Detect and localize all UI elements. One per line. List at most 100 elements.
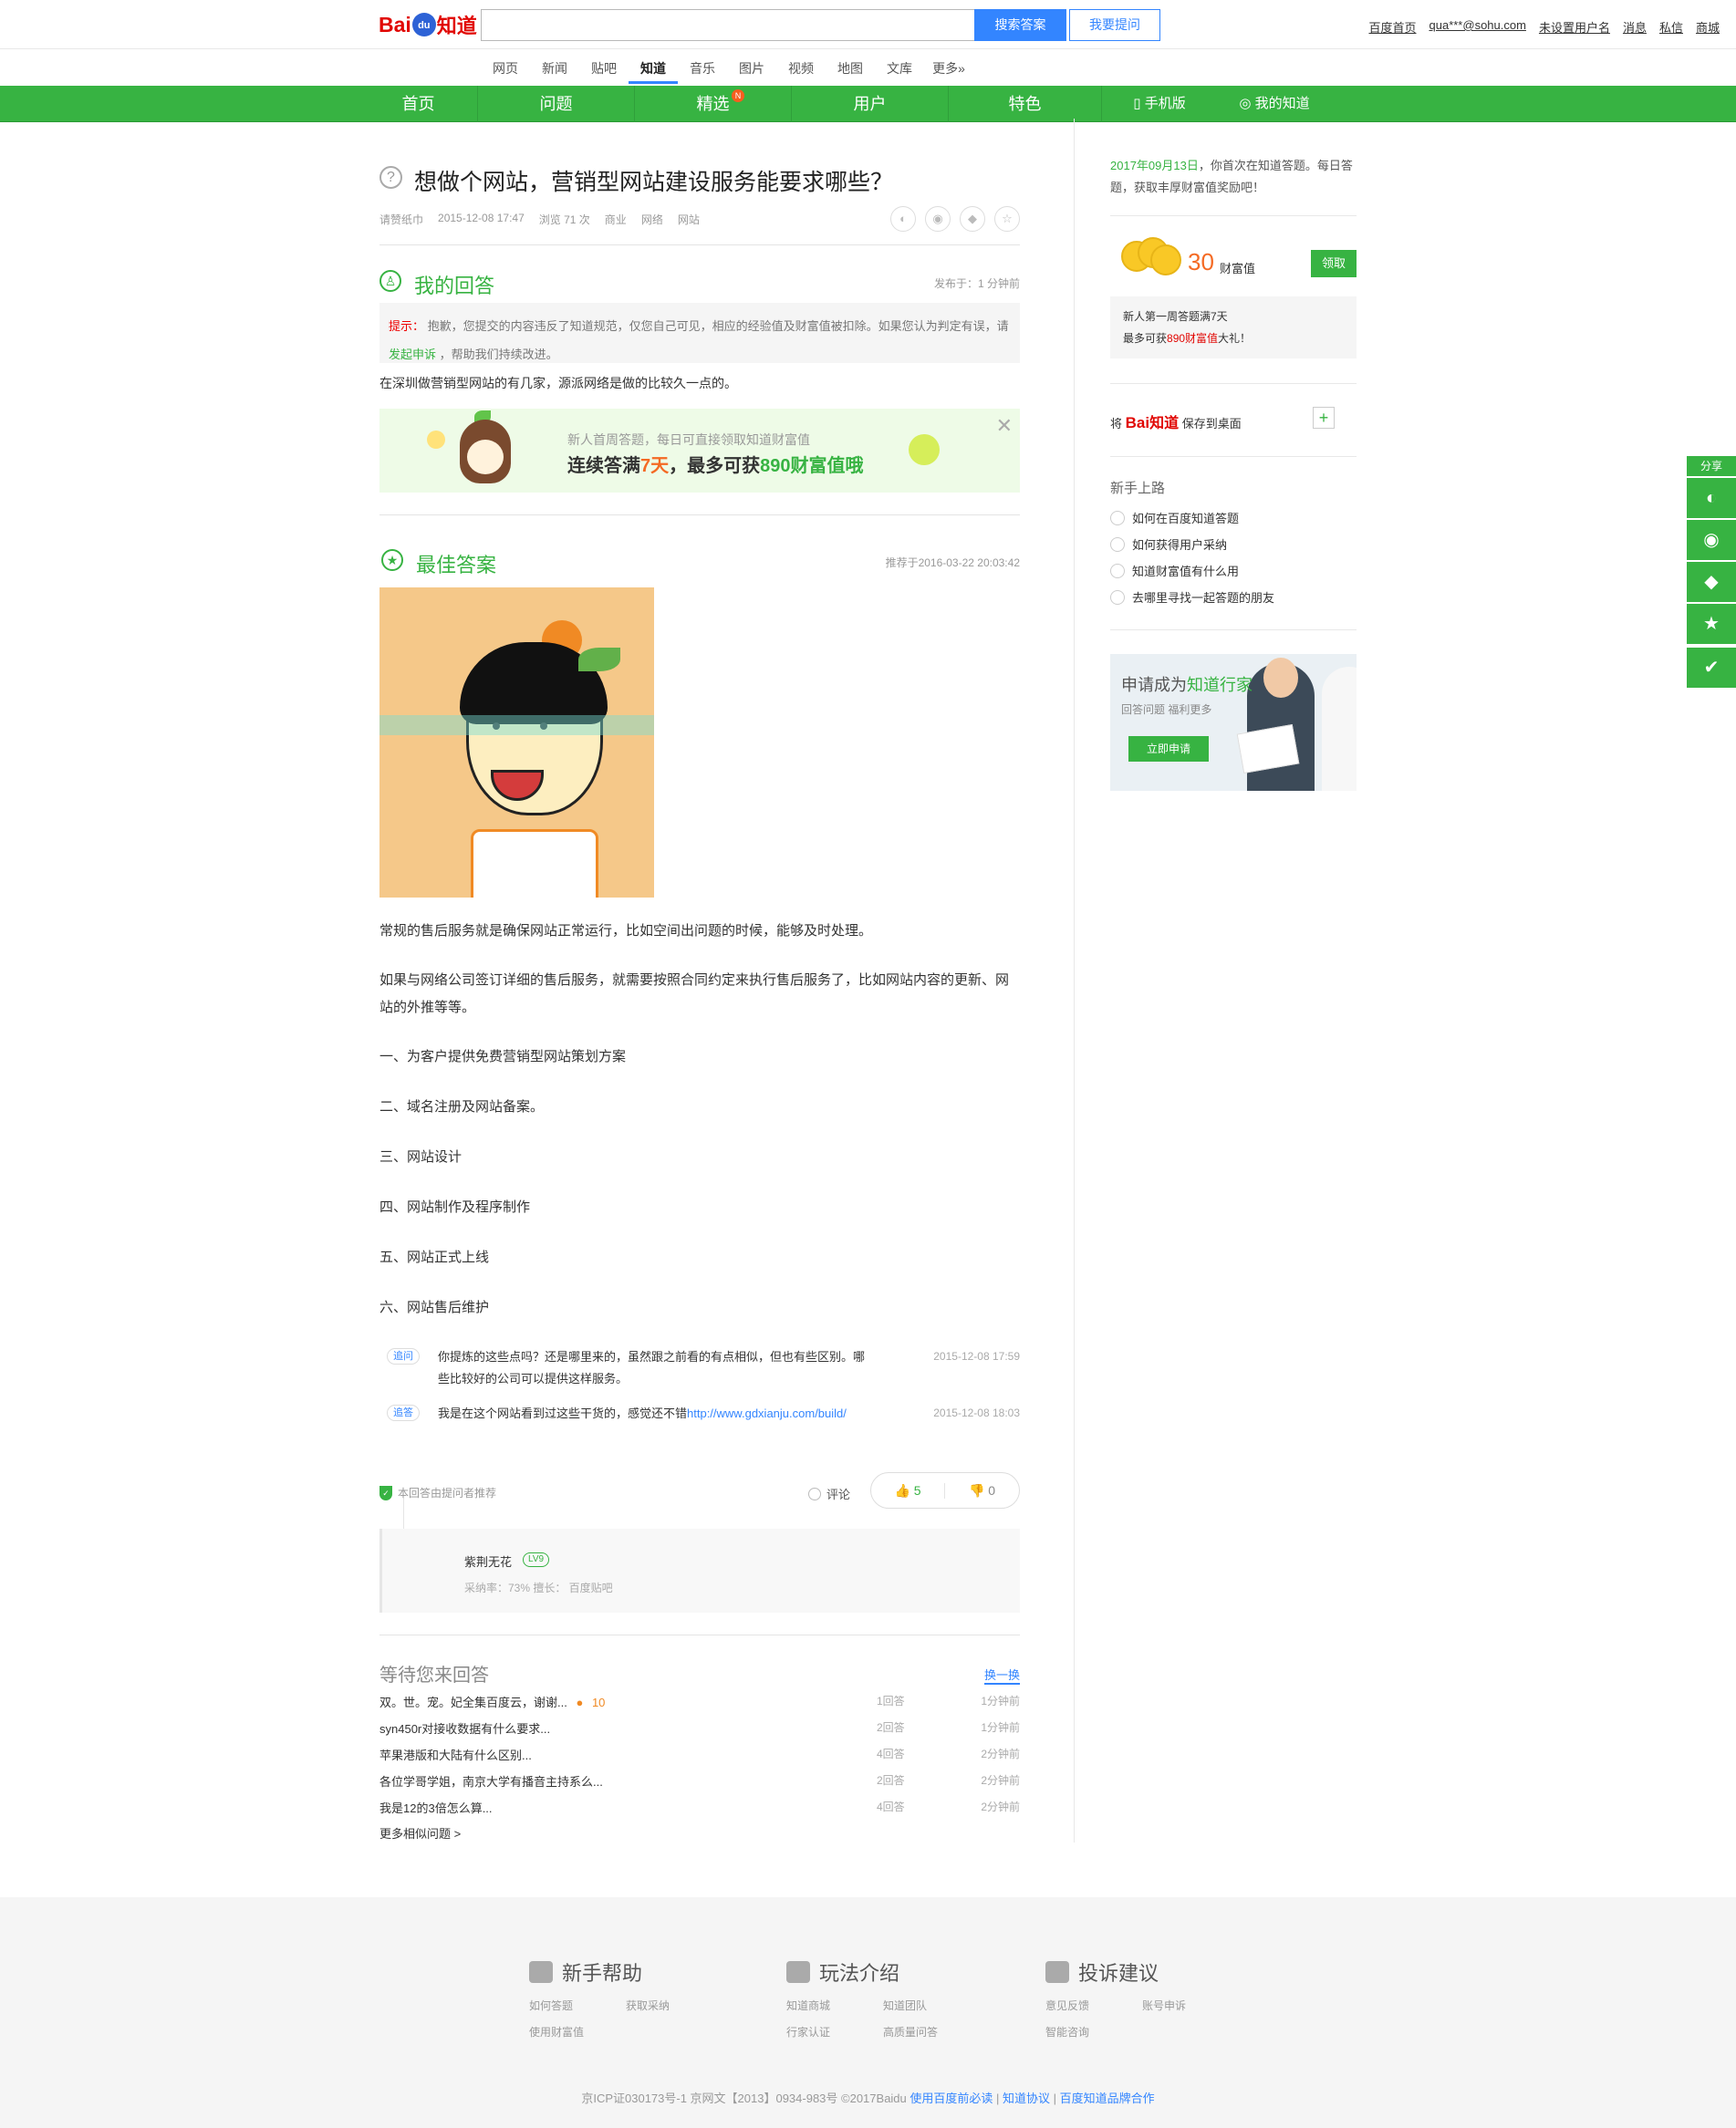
save-to-desktop[interactable]: 将 Bai知道 保存到桌面 + (1110, 407, 1357, 432)
appeal-link[interactable]: 发起申诉 (389, 348, 436, 361)
view-count: 浏览 71 次 (538, 213, 590, 226)
followup-text: 你提炼的这些点吗？还是哪里来的，虽然跟之前看的有点相似，但也有些区别。哪些比较好… (438, 1350, 866, 1386)
best-answer-title: 最佳答案 (416, 554, 497, 576)
guide-item[interactable]: 知道财富值有什么用 (1110, 562, 1239, 579)
channel-images[interactable]: 图片 (727, 53, 776, 84)
guide-item[interactable]: 如何获得用户采纳 (1110, 535, 1227, 553)
channel-wenku[interactable]: 文库 (875, 53, 924, 84)
mascot-icon (460, 420, 511, 483)
nav-home[interactable]: 首页 (359, 86, 478, 122)
apply-button[interactable]: 立即申请 (1128, 736, 1209, 762)
asked-time: 2015-12-08 17:47 (438, 212, 525, 224)
tag-business[interactable]: 商业 (605, 212, 627, 227)
upvote-button[interactable]: 👍 5 (871, 1482, 945, 1499)
nav-my-zhidao[interactable]: ◎ 我的知道 (1217, 86, 1332, 122)
comment-button[interactable]: 评论 (808, 1485, 850, 1502)
channel-more[interactable]: 更多» (924, 53, 973, 84)
downvote-button[interactable]: 👎 0 (945, 1483, 1019, 1499)
link-private-messages[interactable]: 私信 (1659, 18, 1683, 36)
footer-title: 新手帮助 (562, 1962, 643, 1985)
wechat-share-icon[interactable]: ◐ (1687, 478, 1736, 518)
footer-link[interactable]: 行家认证 (786, 2024, 883, 2040)
footer-link[interactable]: 账号申诉 (1142, 1998, 1239, 2013)
waiting-question: 我是12的3倍怎么算... (379, 1801, 493, 1815)
waiting-question: syn450r对接收数据有什么要求... (379, 1722, 551, 1736)
promo-photo (1322, 667, 1357, 791)
ask-question-button[interactable]: 我要提问 (1069, 9, 1160, 41)
link-account[interactable]: qua***@sohu.com (1429, 18, 1526, 36)
nav-special[interactable]: 特色 (949, 86, 1102, 122)
baidu-zhidao-logo[interactable]: Bai du 知道 (379, 9, 477, 40)
favorite-star-icon[interactable]: ★ (1687, 604, 1736, 644)
answerer-stats: 采纳率：73% 擅长： 百度贴吧 (464, 1582, 613, 1594)
footer-link[interactable]: 智能咨询 (1045, 2024, 1142, 2040)
switch-button[interactable]: 换一换 (983, 1666, 1020, 1685)
answer-paragraph: 二、域名注册及网站备案。 (379, 1099, 545, 1115)
waiting-row[interactable]: 我是12的3倍怎么算... 4回答 2分钟前 (379, 1799, 1020, 1817)
waiting-row[interactable]: 双。世。宠。妃全集百度云，谢谢... ● 10 1回答 1分钟前 (379, 1693, 1020, 1711)
followup-link[interactable]: http://www.gdxianju.com/build/ (687, 1407, 847, 1420)
channel-tieba[interactable]: 贴吧 (579, 53, 629, 84)
newbie-line1: 新人第一周答题满7天 (1123, 310, 1228, 323)
claim-button[interactable]: 领取 (1311, 250, 1357, 277)
footer-blue-link[interactable]: 使用百度前必读 (910, 2092, 993, 2105)
footer-link[interactable]: 使用财富值 (529, 2024, 626, 2040)
asker-name[interactable]: 请赞纸巾 (379, 212, 423, 227)
waiting-time: 1分钟前 (981, 1721, 1020, 1734)
weibo-icon[interactable]: ◉ (925, 206, 951, 232)
search-input[interactable] (481, 9, 975, 41)
waiting-row[interactable]: 苹果港版和大陆有什么区别... 4回答 2分钟前 (379, 1746, 1020, 1764)
channel-news[interactable]: 新闻 (530, 53, 579, 84)
guide-item[interactable]: 去哪里寻找一起答题的朋友 (1110, 588, 1274, 606)
waiting-row[interactable]: 各位学哥学姐，南京大学有播音主持系么... 2回答 2分钟前 (379, 1772, 1020, 1791)
answerer-name[interactable]: 紫荆无花 (464, 1552, 512, 1570)
weibo-share-icon[interactable]: ◉ (1687, 520, 1736, 560)
guide-item[interactable]: 如何在百度知道答题 (1110, 509, 1239, 526)
channel-zhidao[interactable]: 知道 (629, 53, 678, 84)
search-button[interactable]: 搜索答案 (974, 9, 1066, 41)
more-similar-link[interactable]: 更多相似问题 > (379, 1824, 461, 1842)
my-answer-content: 在深圳做营销型网站的有几家，源派网络是做的比较久一点的。 (379, 376, 737, 390)
waiting-row[interactable]: syn450r对接收数据有什么要求... 2回答 1分钟前 (379, 1719, 1020, 1738)
nav-mobile[interactable]: ▯ 手机版 (1102, 86, 1217, 122)
qq-share-icon[interactable]: ◆ (1687, 562, 1736, 602)
footer-link[interactable]: 如何答题 (529, 1998, 626, 2013)
footer-blue-link[interactable]: 百度知道品牌合作 (1060, 2092, 1155, 2105)
footer-link[interactable]: 知道商城 (786, 1998, 883, 2013)
channel-web[interactable]: 网页 (481, 53, 530, 84)
footer-link[interactable]: 获取采纳 (626, 1998, 722, 2013)
nav-users[interactable]: 用户 (792, 86, 949, 122)
tag-website[interactable]: 网站 (678, 212, 700, 227)
mail-icon (1045, 1961, 1069, 1983)
link-mall[interactable]: 商城 (1696, 18, 1720, 36)
copyright: 京ICP证030173号-1 京网文【2013】0934-983号 ©2017B… (581, 2092, 1155, 2105)
footer-blue-link[interactable]: 知道协议 (1003, 2092, 1050, 2105)
link-username[interactable]: 未设置用户名 (1539, 18, 1610, 36)
nav-featured[interactable]: 精选 (635, 86, 792, 122)
nav-questions[interactable]: 问题 (478, 86, 635, 122)
network-icon (786, 1961, 810, 1983)
wechat-icon[interactable]: ◐ (890, 206, 916, 232)
channel-map[interactable]: 地图 (826, 53, 875, 84)
footer-link[interactable]: 知道团队 (883, 1998, 980, 2013)
footer-link[interactable]: 意见反馈 (1045, 1998, 1142, 2013)
channel-music[interactable]: 音乐 (678, 53, 727, 84)
comment-label: 评论 (826, 1488, 851, 1501)
newbie-banner[interactable]: 新人首周答题，每日可直接领取知道财富值 连续答满7天，最多可获890财富值哦 ✕ (379, 409, 1020, 493)
waiting-time: 2分钟前 (981, 1774, 1020, 1787)
nav-mobile-label: 手机版 (1144, 96, 1186, 111)
expert-promo[interactable]: 申请成为知道行家 回答问题 福利更多 立即申请 (1110, 654, 1357, 791)
tag-network[interactable]: 网络 (641, 212, 663, 227)
plus-icon[interactable]: + (1313, 407, 1335, 429)
star-icon[interactable]: ☆ (994, 206, 1020, 232)
channel-video[interactable]: 视频 (776, 53, 826, 84)
footer-col-play: 玩法介绍 知道商城 知道团队 行家认证 高质量问答 (786, 1957, 987, 2040)
clipboard-icon[interactable]: ✔ (1687, 648, 1736, 688)
save-logo-zd: 知道 (1149, 416, 1180, 431)
circle-icon (1110, 536, 1125, 552)
qq-icon[interactable]: ◆ (960, 206, 985, 232)
close-icon[interactable]: ✕ (996, 414, 1013, 438)
link-messages[interactable]: 消息 (1623, 18, 1647, 36)
footer-link[interactable]: 高质量问答 (883, 2024, 980, 2040)
link-baidu-home[interactable]: 百度首页 (1368, 18, 1416, 36)
